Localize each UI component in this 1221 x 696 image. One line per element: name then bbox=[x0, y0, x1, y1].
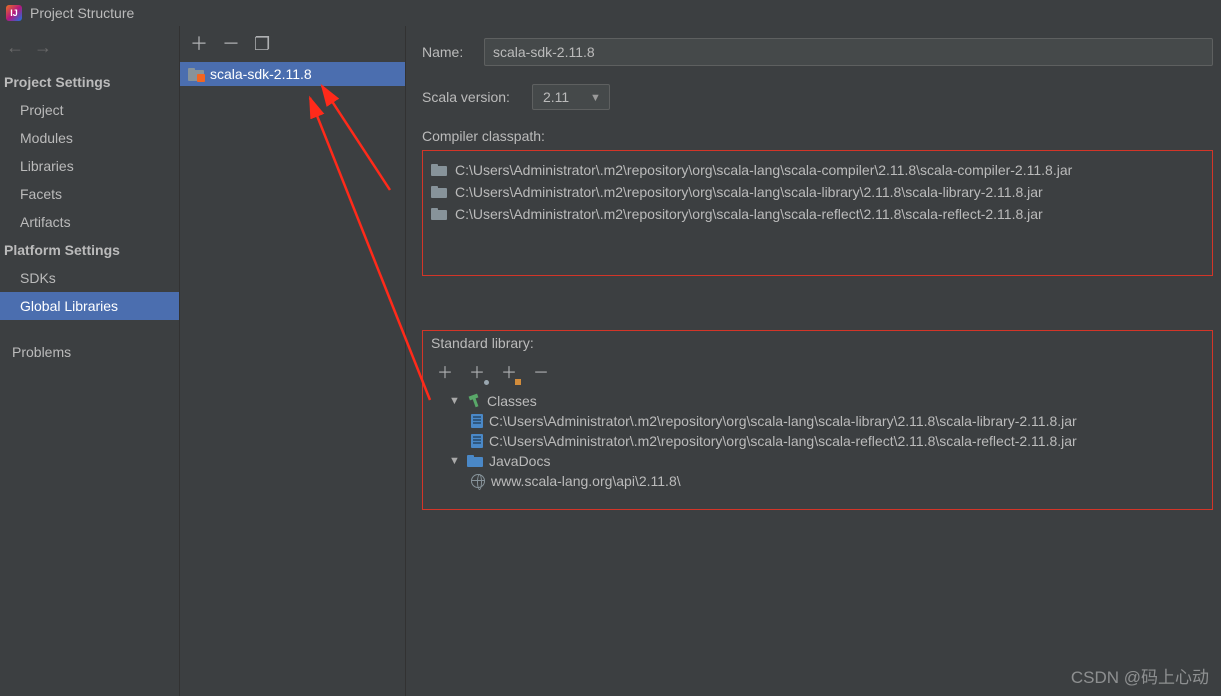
sidebar-item-sdks[interactable]: SDKs bbox=[0, 264, 179, 292]
sidebar-item-global-libraries[interactable]: Global Libraries bbox=[0, 292, 179, 320]
add-new-icon[interactable]: ＋ bbox=[469, 359, 485, 383]
add-special-icon[interactable]: ＋ bbox=[501, 359, 517, 383]
classes-label: Classes bbox=[487, 393, 537, 409]
nav-back-icon[interactable]: ← bbox=[6, 38, 24, 56]
chevron-down-icon: ▼ bbox=[590, 92, 601, 104]
library-detail-panel: Name: Scala version: 2.11 ▼ Compiler cla… bbox=[406, 26, 1221, 696]
classpath-text: C:\Users\Administrator\.m2\repository\or… bbox=[455, 184, 1043, 200]
javadocs-node[interactable]: ▼ JavaDocs bbox=[431, 451, 1204, 471]
sidebar-item-project[interactable]: Project bbox=[0, 96, 179, 124]
folder-icon bbox=[431, 164, 447, 176]
compiler-classpath-label: Compiler classpath: bbox=[422, 128, 1213, 144]
copy-library-icon[interactable]: ❐ bbox=[254, 35, 270, 53]
remove-root-icon[interactable]: － bbox=[533, 359, 549, 383]
scala-version-label: Scala version: bbox=[422, 89, 510, 105]
classpath-entry[interactable]: C:\Users\Administrator\.m2\repository\or… bbox=[431, 203, 1204, 225]
compiler-classpath-box: C:\Users\Administrator\.m2\repository\or… bbox=[422, 150, 1213, 276]
standard-library-label: Standard library: bbox=[431, 335, 1204, 351]
library-item-label: scala-sdk-2.11.8 bbox=[210, 66, 312, 82]
library-list-toolbar: ＋ － ❐ bbox=[180, 26, 405, 62]
classes-jar-text: C:\Users\Administrator\.m2\repository\or… bbox=[489, 433, 1077, 449]
javadocs-folder-icon bbox=[467, 455, 483, 467]
watermark-text: CSDN @码上心动 bbox=[1071, 663, 1209, 688]
add-library-icon[interactable]: ＋ bbox=[190, 35, 208, 53]
library-name-input[interactable] bbox=[484, 38, 1213, 66]
standard-library-toolbar: ＋ ＋ ＋ － bbox=[431, 353, 1204, 391]
scala-version-select[interactable]: 2.11 ▼ bbox=[532, 84, 610, 110]
classes-jar-text: C:\Users\Administrator\.m2\repository\or… bbox=[489, 413, 1077, 429]
project-settings-heading: Project Settings bbox=[0, 68, 179, 96]
add-root-icon[interactable]: ＋ bbox=[437, 359, 453, 383]
folder-icon bbox=[431, 208, 447, 220]
library-list-panel: ＋ － ❐ scala-sdk-2.11.8 bbox=[180, 26, 406, 696]
classpath-entry[interactable]: C:\Users\Administrator\.m2\repository\or… bbox=[431, 159, 1204, 181]
classpath-text: C:\Users\Administrator\.m2\repository\or… bbox=[455, 206, 1043, 222]
platform-settings-heading: Platform Settings bbox=[0, 236, 179, 264]
sidebar-item-artifacts[interactable]: Artifacts bbox=[0, 208, 179, 236]
sidebar-item-libraries[interactable]: Libraries bbox=[0, 152, 179, 180]
classpath-text: C:\Users\Administrator\.m2\repository\or… bbox=[455, 162, 1072, 178]
standard-library-box: Standard library: ＋ ＋ ＋ － ▼ Classes C:\U… bbox=[422, 330, 1213, 510]
expand-triangle-icon: ▼ bbox=[449, 395, 461, 407]
app-icon: IJ bbox=[6, 5, 22, 21]
titlebar: IJ Project Structure bbox=[0, 0, 1221, 26]
classes-jar-entry[interactable]: C:\Users\Administrator\.m2\repository\or… bbox=[431, 431, 1204, 451]
scala-sdk-folder-icon bbox=[188, 68, 204, 81]
classes-jar-entry[interactable]: C:\Users\Administrator\.m2\repository\or… bbox=[431, 411, 1204, 431]
classes-node[interactable]: ▼ Classes bbox=[431, 391, 1204, 411]
sidebar-item-problems[interactable]: Problems bbox=[0, 338, 179, 366]
name-label: Name: bbox=[422, 44, 484, 60]
sidebar-item-modules[interactable]: Modules bbox=[0, 124, 179, 152]
folder-icon bbox=[431, 186, 447, 198]
sidebar-item-facets[interactable]: Facets bbox=[0, 180, 179, 208]
remove-library-icon[interactable]: － bbox=[222, 35, 240, 53]
settings-sidebar: ← → Project Settings Project Modules Lib… bbox=[0, 26, 180, 696]
jar-icon bbox=[471, 414, 483, 428]
nav-forward-icon[interactable]: → bbox=[34, 38, 52, 56]
javadocs-label: JavaDocs bbox=[489, 453, 550, 469]
scala-version-value: 2.11 bbox=[543, 89, 569, 105]
javadocs-url-entry[interactable]: www.scala-lang.org\api\2.11.8\ bbox=[431, 471, 1204, 491]
library-item-scala-sdk[interactable]: scala-sdk-2.11.8 bbox=[180, 62, 405, 86]
classpath-entry[interactable]: C:\Users\Administrator\.m2\repository\or… bbox=[431, 181, 1204, 203]
window-title: Project Structure bbox=[30, 5, 134, 21]
expand-triangle-icon: ▼ bbox=[449, 455, 461, 467]
javadocs-url-text: www.scala-lang.org\api\2.11.8\ bbox=[491, 473, 681, 489]
jar-icon bbox=[471, 434, 483, 448]
classes-hammer-icon bbox=[467, 394, 481, 408]
globe-icon bbox=[471, 474, 485, 488]
